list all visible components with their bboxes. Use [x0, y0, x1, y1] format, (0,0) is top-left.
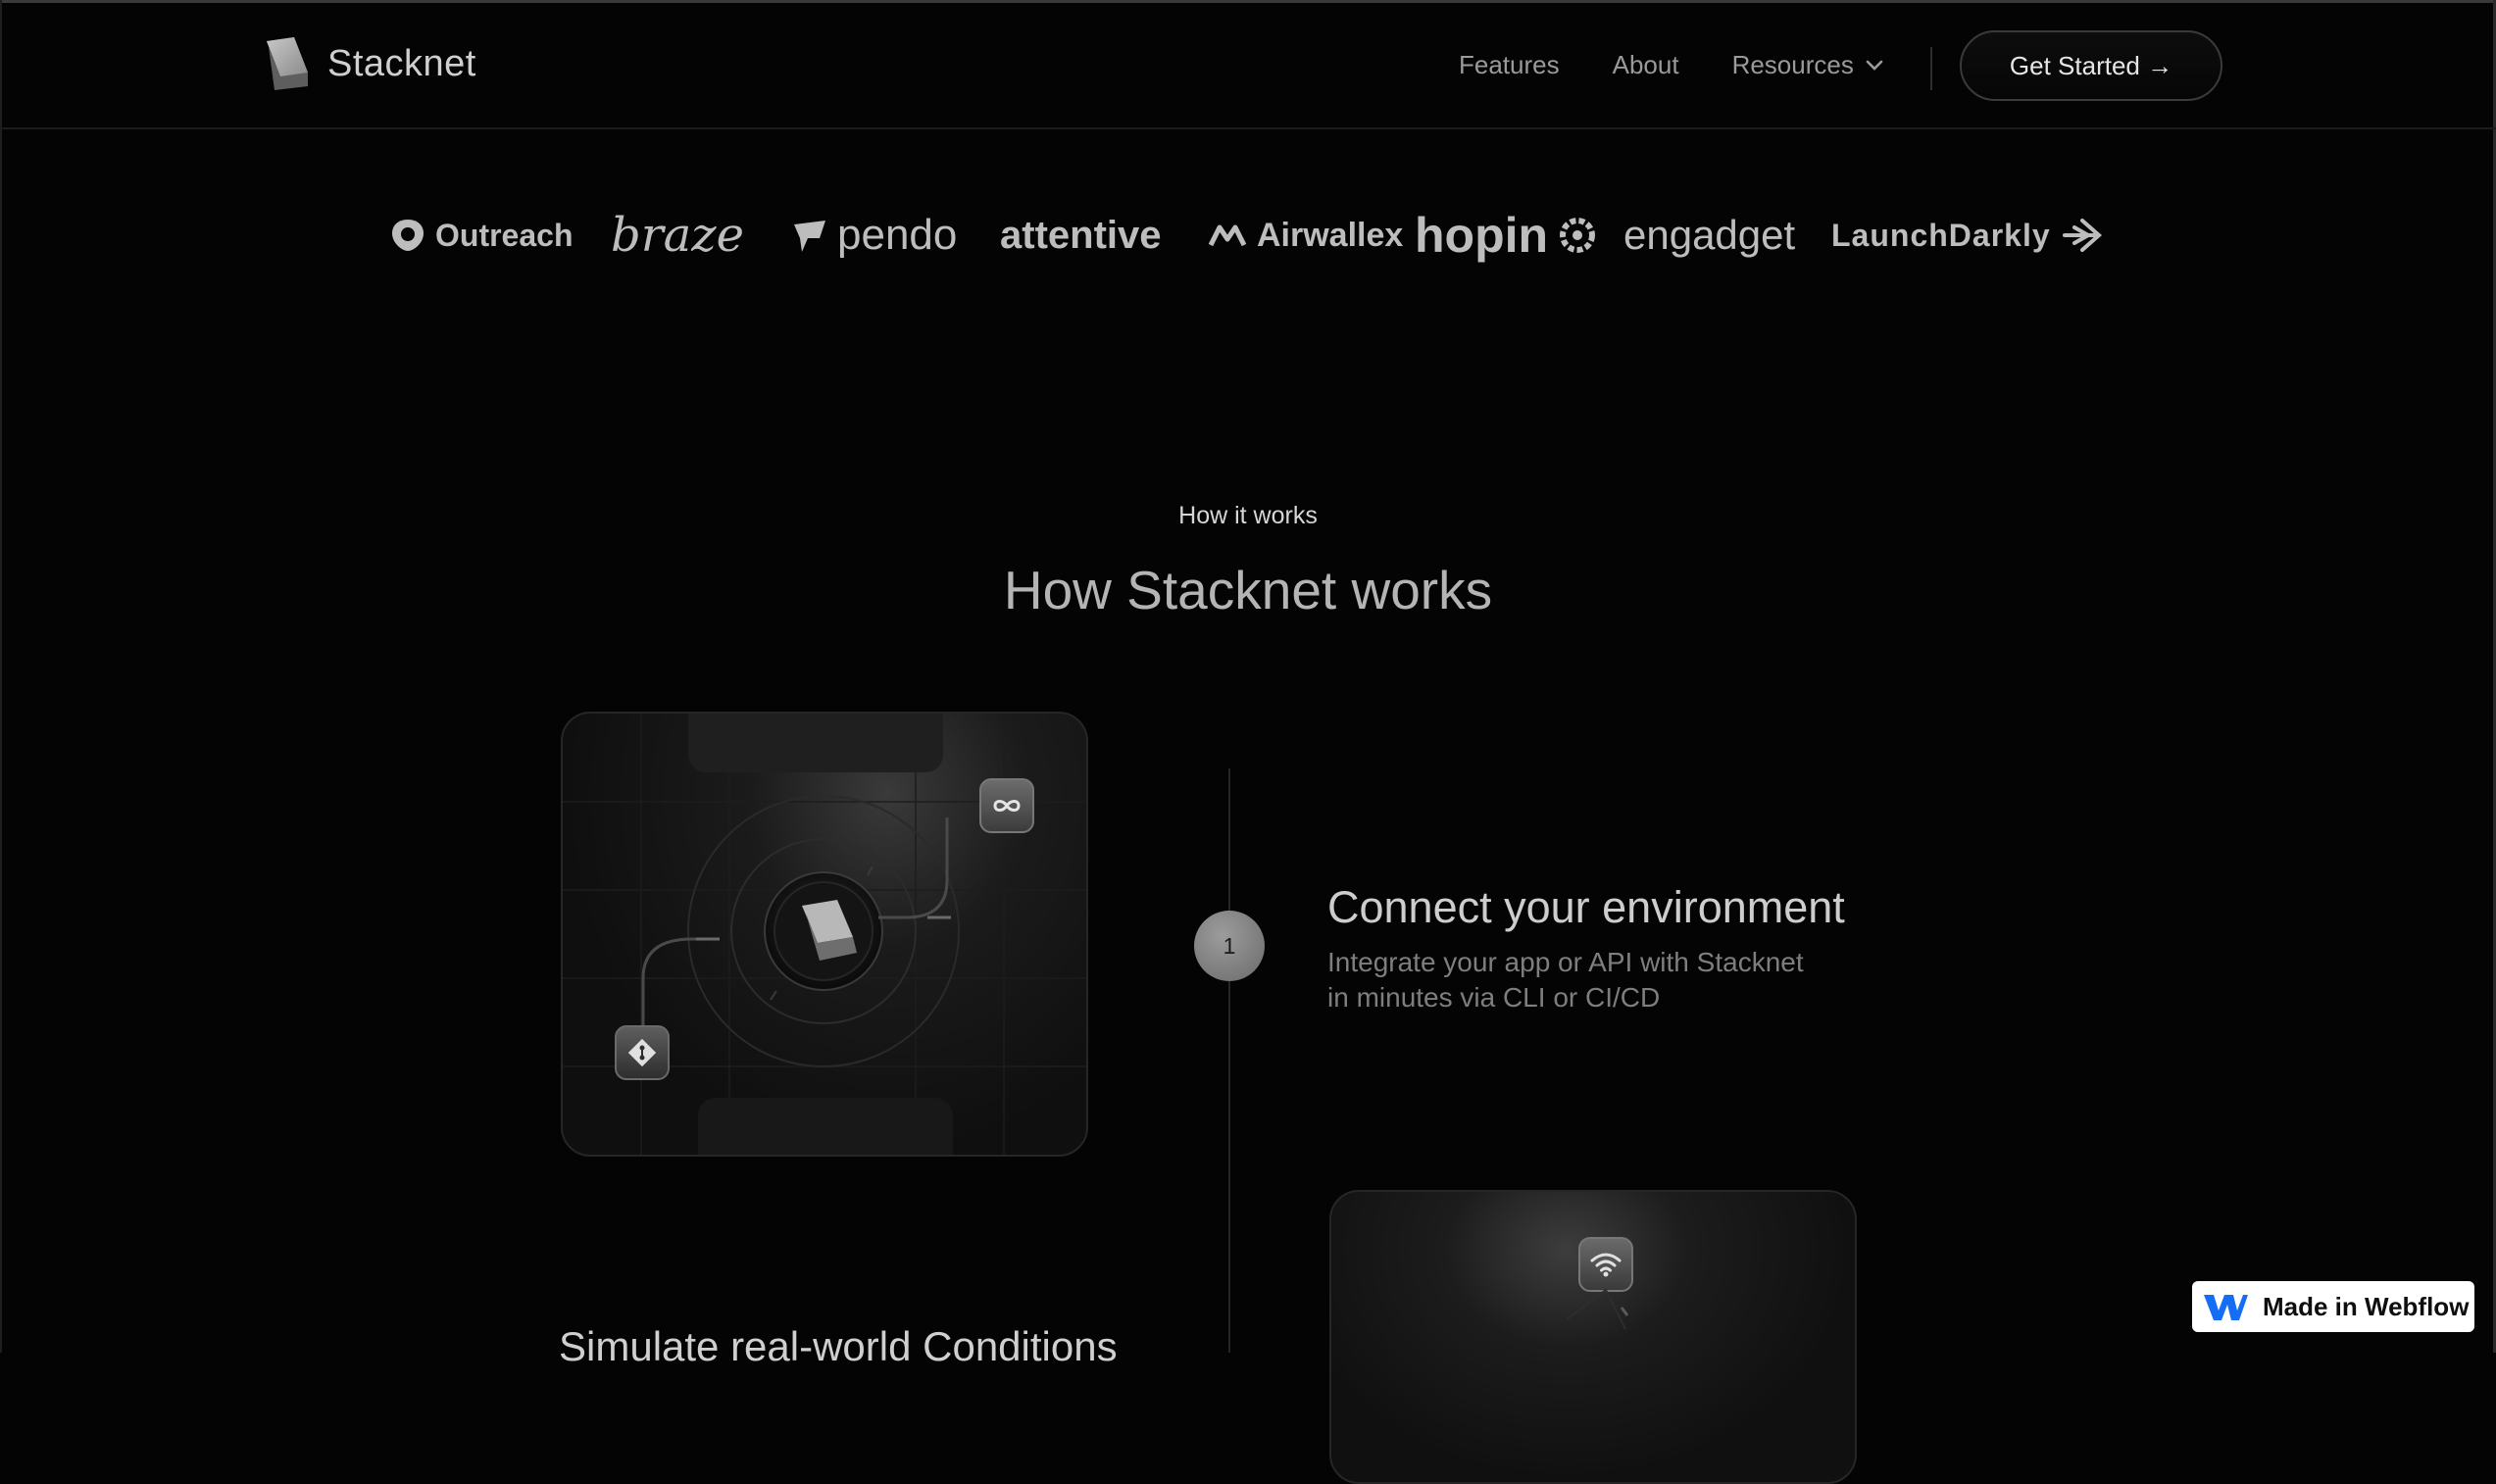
logo-engadget: engadget: [1623, 212, 1796, 258]
outreach-logo-icon: [392, 220, 424, 251]
logo-hopin: hopin: [1415, 201, 1597, 270]
launchdarkly-arrow-icon: [2062, 219, 2102, 252]
get-started-button[interactable]: Get Started →: [1960, 30, 2222, 101]
airwallex-logo-icon: [1208, 224, 1247, 247]
made-in-webflow-badge[interactable]: Made in Webflow: [2192, 1281, 2474, 1332]
nav-link-resources[interactable]: Resources: [1732, 50, 1883, 80]
window-left-edge: [0, 0, 2, 1353]
logo-attentive: attentive: [1000, 213, 1162, 257]
section-eyebrow: How it works: [1178, 502, 1318, 529]
customer-logos: Outreach braze pendo attentive Airwallex…: [390, 201, 2102, 270]
pendo-logo-icon: [794, 221, 825, 252]
webflow-logo-icon: [2204, 1295, 2248, 1320]
step-1-title: Connect your environment: [1327, 882, 1845, 932]
step-1-number: 1: [1194, 911, 1265, 981]
nav-link-resources-label: Resources: [1731, 50, 1854, 79]
badge-label: Made in Webflow: [2263, 1291, 2470, 1321]
section-title: How Stacknet works: [1003, 560, 1493, 620]
step-1-description: Integrate your app or API with Stacknet …: [1327, 947, 1804, 1013]
nav-links: Features About Resources: [1459, 50, 1883, 80]
logo-pendo: pendo: [790, 201, 957, 270]
step-2-diagram: [1566, 1288, 1629, 1330]
brand-name: Stacknet: [327, 42, 476, 84]
infinity-icon: [979, 778, 1034, 833]
logo-airwallex: Airwallex: [1208, 201, 1403, 270]
nav-link-features[interactable]: Features: [1459, 50, 1560, 80]
logo-launchdarkly: LaunchDarkly: [1831, 201, 2104, 270]
step-2-title: Simulate real-world Conditions: [559, 1323, 1118, 1369]
git-icon: [615, 1025, 670, 1080]
steps-timeline: [1228, 768, 1230, 1353]
stacknet-logo-icon: [267, 37, 308, 90]
step-2-illustration: [1329, 1190, 1857, 1484]
hopin-logo-icon: [1560, 218, 1596, 253]
chevron-down-icon: [1866, 60, 1883, 71]
nav-divider: [1930, 47, 1932, 90]
logo-outreach: Outreach: [390, 201, 573, 270]
step-1-illustration: [561, 712, 1088, 1157]
nav-link-about[interactable]: About: [1613, 50, 1679, 80]
logo-braze: braze: [611, 208, 744, 263]
top-navbar: Stacknet Features About Resources Get St…: [0, 3, 2496, 129]
brand-link[interactable]: Stacknet: [265, 37, 476, 90]
